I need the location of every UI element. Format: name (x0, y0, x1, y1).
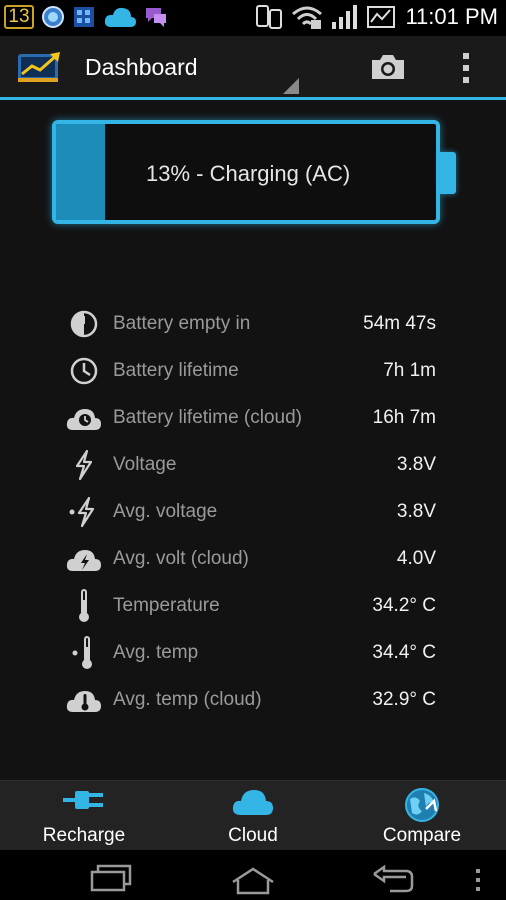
cloud-clock-icon (66, 408, 101, 430)
bottom-tab-bar: Recharge Cloud Compare (0, 780, 506, 851)
camera-icon[interactable] (370, 52, 406, 82)
stat-value: 4.0V (396, 547, 436, 569)
chat-icon (146, 8, 166, 27)
stat-label: Battery lifetime (113, 359, 239, 381)
cloud-icon (232, 790, 273, 815)
battery-tip (440, 152, 456, 194)
home-icon[interactable] (230, 866, 276, 896)
stat-label: Battery lifetime (cloud) (113, 406, 303, 428)
avg-lightning-icon (69, 496, 95, 527)
signal-icon (332, 5, 358, 29)
lightning-icon (75, 449, 93, 480)
stat-value: 34.2° C (372, 594, 436, 616)
battery-status-text: 13% - Charging (AC) (146, 161, 351, 186)
tab-compare[interactable]: Compare (338, 781, 506, 851)
cloud-lightning-icon (66, 549, 101, 571)
tab-recharge[interactable]: Recharge (0, 781, 168, 851)
action-bar: Dashboard (0, 36, 506, 100)
stat-row-temperature: Temperature 34.2° C (64, 582, 436, 629)
pie-clock-icon (70, 310, 98, 337)
page-title[interactable]: Dashboard (85, 54, 198, 81)
tab-label: Cloud (228, 825, 278, 846)
stat-row-battery-lifetime-cloud: Battery lifetime (cloud) 16h 7m (64, 394, 436, 441)
globe-icon (405, 788, 439, 822)
stat-label: Avg. temp (cloud) (113, 688, 262, 710)
overflow-menu-icon[interactable] (460, 52, 472, 84)
stat-row-avg-temp: Avg. temp 34.4° C (64, 629, 436, 676)
stat-label: Voltage (113, 453, 177, 475)
notification-count-badge: 13 (4, 5, 34, 29)
clock-icon (70, 357, 98, 384)
status-bar: 13 11:01 PM (0, 0, 506, 36)
system-navigation-bar (0, 850, 506, 900)
battery-chart-icon (367, 6, 396, 28)
stat-value: 34.4° C (372, 641, 436, 663)
stat-label: Avg. volt (cloud) (113, 547, 249, 569)
stat-value: 3.8V (396, 453, 436, 475)
stat-value: 54m 47s (363, 312, 436, 334)
stat-value: 16h 7m (372, 406, 436, 428)
avg-thermometer-icon (72, 635, 92, 669)
cloud-icon (104, 7, 136, 27)
stat-label: Battery empty in (113, 312, 251, 334)
cloud-thermometer-icon (66, 690, 101, 712)
tab-label: Compare (382, 825, 462, 846)
battery-stats-list: Battery empty in 54m 47s Battery lifetim… (64, 300, 436, 723)
stat-value: 3.8V (396, 500, 436, 522)
stat-label: Avg. temp (113, 641, 199, 663)
spinner-indicator-icon[interactable] (283, 78, 299, 94)
menu-dots-icon[interactable] (474, 868, 482, 892)
stat-row-avg-temp-cloud: Avg. temp (cloud) 32.9° C (64, 676, 436, 723)
recent-apps-icon[interactable] (88, 864, 134, 892)
tab-cloud[interactable]: Cloud (168, 781, 338, 851)
phone-sync-icon (256, 5, 283, 29)
wifi-icon (292, 6, 323, 29)
calendar-icon (74, 7, 94, 27)
battery-level-fill (56, 124, 105, 220)
clock: 11:01 PM (405, 4, 498, 29)
tab-label: Recharge (42, 825, 126, 846)
stat-value: 7h 1m (383, 359, 436, 381)
thermometer-icon (79, 588, 89, 622)
stat-row-avg-volt-cloud: Avg. volt (cloud) 4.0V (64, 535, 436, 582)
stat-row-battery-empty: Battery empty in 54m 47s (64, 300, 436, 347)
browser-icon (42, 6, 64, 28)
stat-row-avg-voltage: Avg. voltage 3.8V (64, 488, 436, 535)
app-logo-icon[interactable] (16, 50, 64, 84)
stat-value: 32.9° C (372, 688, 436, 710)
stat-row-battery-lifetime: Battery lifetime 7h 1m (64, 347, 436, 394)
plug-icon (63, 791, 103, 809)
stat-label: Temperature (113, 594, 220, 616)
stat-row-voltage: Voltage 3.8V (64, 441, 436, 488)
back-icon[interactable] (370, 864, 416, 894)
stat-label: Avg. voltage (113, 500, 218, 522)
